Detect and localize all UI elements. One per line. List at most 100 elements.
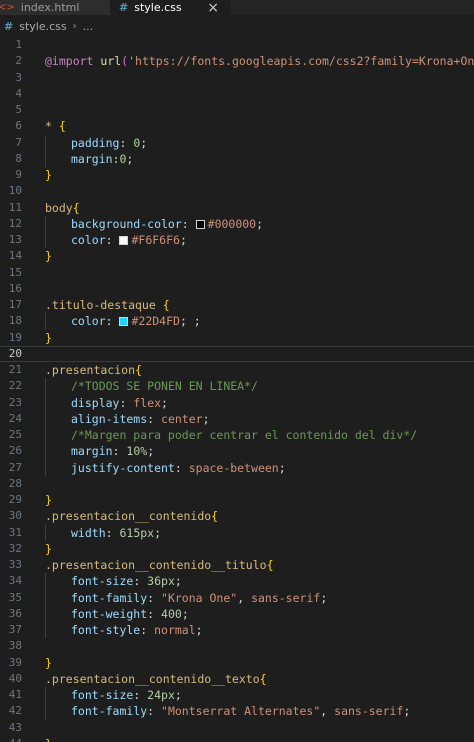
code-line[interactable]: 9} [0, 167, 474, 183]
code-token: normal [154, 623, 196, 637]
code-line[interactable]: 42 font-family: "Montserrat Alternates", … [0, 703, 474, 720]
code-line[interactable]: 19} [0, 330, 474, 346]
code-line[interactable]: 38 [0, 638, 474, 654]
code-line[interactable]: 7 padding: 0; [0, 134, 474, 151]
code-token: 'https://fonts.googleapis.com/css2?famil… [128, 54, 474, 69]
code-line[interactable]: 43 [0, 720, 474, 736]
code-token: 36px [147, 574, 175, 589]
breadcrumb-file[interactable]: style.css [19, 20, 66, 33]
code-token: #22D4FD [131, 314, 180, 329]
code-line[interactable]: 34 font-size: 36px; [0, 573, 474, 590]
code-token: display [71, 395, 120, 410]
color-swatch-icon[interactable] [119, 236, 129, 245]
code-line[interactable]: 20 [0, 345, 474, 362]
line-number: 27 [8, 460, 22, 474]
code-token: @import [45, 54, 94, 69]
line-number: 33 [8, 558, 22, 571]
code-line[interactable]: 33 .presentacion__contenido__titulo{ [0, 557, 474, 573]
code-token: : [147, 590, 162, 605]
code-line[interactable]: 39} [0, 655, 474, 671]
code-line[interactable]: 27 justify-content: space-between; [0, 459, 474, 476]
code-text: .presentacion__contenido{ [45, 508, 218, 524]
code-token: ; [403, 704, 411, 719]
code-line[interactable]: 15 [0, 265, 474, 281]
indent-guide [45, 687, 46, 704]
code-token: : [112, 444, 127, 459]
code-line[interactable]: 31 width: 615px; [0, 524, 474, 541]
code-line[interactable]: 10 [0, 183, 474, 199]
code-token: 400 [161, 606, 182, 621]
code-line[interactable]: 25 /*Margen para poder centrar el conteni… [0, 427, 474, 444]
code-line[interactable]: 40 .presentacion__contenido__texto{ [0, 671, 474, 687]
color-swatch-icon[interactable] [119, 317, 129, 327]
code-token: } [45, 493, 52, 507]
line-number: 16 [8, 281, 22, 295]
code-line[interactable]: 26 margin: 10%; [0, 443, 474, 460]
code-text: width: 615px; [71, 525, 161, 541]
code-line[interactable]: 18 color: #22D4FD; ; [0, 313, 474, 330]
code-token: ; [147, 444, 155, 459]
tab-label: index.html [20, 1, 80, 14]
tab-index-html[interactable]: <> index.html [0, 0, 111, 15]
indent-guide [45, 524, 46, 541]
code-text: } [45, 167, 52, 183]
code-line[interactable]: 8 margin:0; [0, 150, 474, 167]
code-token: align-items [71, 411, 148, 426]
code-token: ; [140, 135, 148, 150]
code-token: 24px [147, 688, 175, 702]
code-line[interactable]: 6 * { [0, 118, 474, 134]
code-line[interactable]: 5 [0, 102, 474, 118]
code-line[interactable]: 29} [0, 492, 474, 508]
code-token: /*TODOS SE PONEN EN LINEA*/ [71, 379, 258, 394]
code-line[interactable]: 32} [0, 541, 474, 557]
code-line[interactable]: 11 body{ [0, 200, 474, 216]
code-token: ; [174, 688, 182, 702]
code-line[interactable]: 14} [0, 248, 474, 264]
code-line[interactable]: 37 font-style: normal; [0, 622, 474, 639]
code-line[interactable]: 44} [0, 736, 474, 742]
line-number: 32 [8, 541, 22, 555]
code-line[interactable]: 3 [0, 70, 474, 86]
tab-bar: <> index.html # style.css × [0, 0, 474, 15]
code-line[interactable]: 23 display: flex; [0, 394, 474, 411]
code-text: } [45, 541, 52, 557]
code-token: .titulo-destaque [45, 298, 163, 312]
code-token: font-family [71, 704, 148, 719]
tab-style-css[interactable]: # style.css × [111, 0, 231, 15]
line-number: 11 [8, 200, 22, 214]
line-number: 15 [8, 265, 22, 279]
code-token: : [147, 704, 162, 719]
line-number: 35 [8, 590, 22, 604]
code-line[interactable]: 30 .presentacion__contenido{ [0, 508, 474, 524]
code-line[interactable]: 28 [0, 476, 474, 492]
breadcrumb-more[interactable]: ... [83, 20, 94, 33]
line-number: 9 [15, 168, 22, 181]
code-line[interactable]: 4 [0, 86, 474, 102]
code-token: { [58, 119, 66, 134]
code-line[interactable]: 21 .presentacion{ [0, 362, 474, 378]
code-line[interactable]: 24 align-items: center; [0, 410, 474, 427]
code-text: .presentacion{ [45, 362, 142, 378]
code-line[interactable]: 13 color: #F6F6F6; [0, 232, 474, 249]
code-token: { [72, 200, 80, 215]
code-line[interactable]: 17 .titulo-destaque { [0, 297, 474, 313]
code-line[interactable]: 12 background-color: #000000; [0, 215, 474, 232]
code-line[interactable]: 1 [0, 37, 474, 53]
code-text: font-size: 36px; [71, 573, 182, 589]
color-swatch-icon[interactable] [195, 219, 205, 229]
code-token: font-style [71, 623, 141, 637]
code-text: display: flex; [71, 395, 168, 411]
code-text: align-items: center; [71, 411, 210, 427]
code-line[interactable]: 22 /*TODOS SE PONEN EN LINEA*/ [0, 378, 474, 395]
code-line[interactable]: 35 font-family: "Krona One", sans-serif; [0, 589, 474, 606]
close-icon[interactable]: × [207, 1, 219, 15]
code-line[interactable]: 2 @import url('https://fonts.googleapis.c… [0, 53, 474, 69]
line-number: 20 [8, 346, 22, 360]
code-area[interactable]: 1 2 @import url('https://fonts.googleapis.… [0, 37, 474, 742]
indent-guide [45, 589, 46, 606]
code-line[interactable]: 16 [0, 281, 474, 297]
code-token: } [45, 249, 52, 264]
code-line[interactable]: 36 font-weight: 400; [0, 605, 474, 622]
line-number: 1 [15, 38, 22, 51]
code-line[interactable]: 41 font-size: 24px; [0, 687, 474, 704]
